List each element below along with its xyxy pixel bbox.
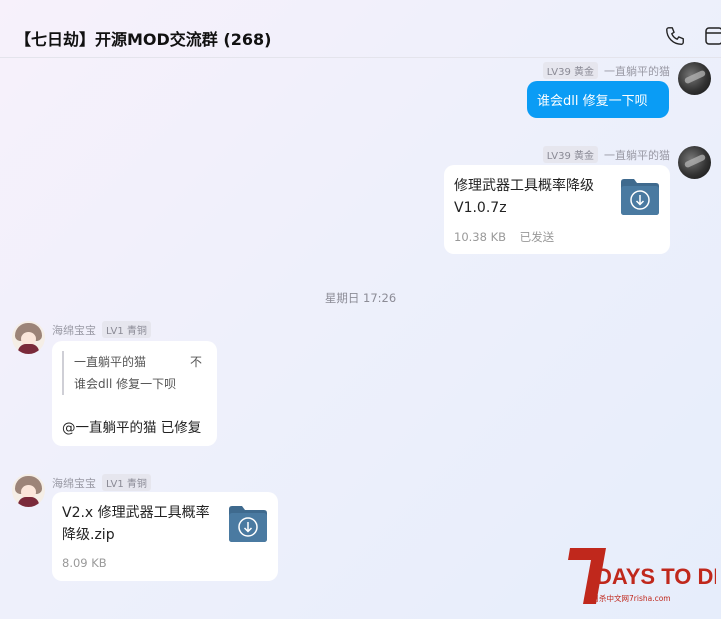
- file-name-line: 修理武器工具概率降级: [454, 178, 594, 194]
- file-card[interactable]: V2.x 修理武器工具概率 降级.zip 8.09 KB: [52, 492, 278, 581]
- sender-name[interactable]: 一直躺平的猫: [604, 147, 670, 163]
- message-text: 谁会dll 修复一下呗: [537, 94, 648, 109]
- chat-header: 【七日劫】开源MOD交流群 (268): [0, 0, 721, 58]
- file-card[interactable]: 修理武器工具概率降级 V1.0.7z 10.38 KB 已发送: [444, 165, 670, 254]
- file-meta: 10.38 KB 已发送: [454, 229, 554, 245]
- file-name: V2.x 修理武器工具概率 降级.zip: [62, 502, 210, 546]
- message-bubble[interactable]: 一直躺平的猫 不 谁会dll 修复一下呗 @一直躺平的猫 已修复: [52, 341, 217, 446]
- folder-download-icon[interactable]: [228, 503, 268, 543]
- file-name-line: V1.0.7z: [454, 200, 507, 216]
- level-badge: LV1 青铜: [102, 474, 151, 491]
- level-badge: LV1 青铜: [102, 321, 151, 338]
- group-title: 【七日劫】开源MOD交流群 (268): [15, 30, 272, 49]
- file-name-line: 降级.zip: [62, 527, 115, 543]
- message-bubble[interactable]: 谁会dll 修复一下呗: [527, 81, 669, 118]
- logo-subtitle: 七日杀中文网7risha.com: [584, 593, 671, 603]
- quote-header: 一直躺平的猫 不: [74, 351, 202, 373]
- avatar[interactable]: [12, 321, 45, 354]
- quote-author: 一直躺平的猫: [74, 355, 147, 369]
- file-size: 8.09 KB: [62, 556, 107, 570]
- window-icon[interactable]: [704, 26, 721, 46]
- file-status: 已发送: [519, 230, 555, 244]
- sender-name[interactable]: 海绵宝宝: [52, 475, 96, 491]
- file-name-line: V2.x 修理武器工具概率: [62, 505, 210, 521]
- watermark-logo: DAYS TO DIE 七日杀中文网7risha.com: [566, 546, 721, 608]
- message-text: @一直躺平的猫 已修复: [62, 420, 202, 436]
- logo-graphic: DAYS TO DIE 七日杀中文网7risha.com: [568, 548, 721, 604]
- sender-name[interactable]: 一直躺平的猫: [604, 63, 670, 79]
- folder-download-icon[interactable]: [620, 176, 660, 216]
- sender-meta: LV39 黄金 一直躺平的猫: [542, 62, 670, 79]
- sender-meta: 海绵宝宝 LV1 青铜: [52, 321, 151, 338]
- file-meta: 8.09 KB: [62, 556, 107, 570]
- level-badge: LV39 黄金: [542, 62, 598, 79]
- quoted-message[interactable]: 一直躺平的猫 不 谁会dll 修复一下呗: [62, 351, 202, 395]
- file-size: 10.38 KB: [454, 230, 507, 244]
- avatar[interactable]: [12, 474, 45, 507]
- phone-icon[interactable]: [664, 25, 686, 47]
- quote-text: 谁会dll 修复一下呗: [74, 377, 177, 391]
- file-name: 修理武器工具概率降级 V1.0.7z: [454, 175, 594, 219]
- avatar[interactable]: [678, 146, 711, 179]
- level-badge: LV39 黄金: [542, 146, 598, 163]
- logo-title: DAYS TO DIE: [596, 564, 716, 589]
- time-divider: 星期日 17:26: [324, 291, 397, 305]
- sender-name[interactable]: 海绵宝宝: [52, 322, 96, 338]
- avatar[interactable]: [678, 62, 711, 95]
- quote-suffix: 不: [189, 355, 202, 369]
- sender-meta: LV39 黄金 一直躺平的猫: [542, 146, 670, 163]
- sender-meta: 海绵宝宝 LV1 青铜: [52, 474, 151, 491]
